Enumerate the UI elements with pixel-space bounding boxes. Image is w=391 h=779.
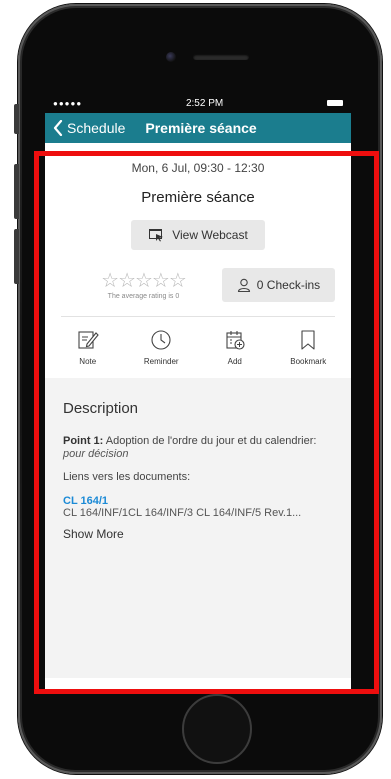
- point-label: Point 1:: [63, 435, 104, 447]
- signal-strength-icon: ●●●●●: [53, 98, 83, 108]
- check-ins-label: 0 Check-ins: [256, 278, 321, 292]
- reminder-button[interactable]: Reminder: [131, 329, 191, 366]
- description-heading: Description: [63, 400, 139, 417]
- bookmark-label: Bookmark: [290, 357, 327, 366]
- chevron-left-icon: [53, 120, 63, 136]
- bookmark-icon: [301, 330, 315, 350]
- status-time: 2:52 PM: [185, 97, 224, 109]
- bookmark-button[interactable]: Bookmark: [278, 329, 338, 366]
- action-bar: Note Reminder Add Bookmark: [45, 317, 351, 378]
- home-button[interactable]: [182, 694, 252, 764]
- reminder-label: Reminder: [143, 357, 179, 366]
- description-section: Description Point 1: Adoption de l'ordre…: [45, 378, 351, 678]
- rating-widget[interactable]: ☆☆☆☆☆ The average rating is 0: [85, 271, 202, 300]
- point-note: pour décision: [63, 448, 129, 460]
- show-more-link[interactable]: Show More: [63, 527, 333, 541]
- document-link[interactable]: CL 164/1: [63, 495, 333, 507]
- webcast-label: View Webcast: [172, 228, 248, 242]
- session-title: Première séance: [141, 189, 255, 206]
- view-webcast-button[interactable]: View Webcast: [131, 220, 265, 250]
- rating-caption: The average rating is 0: [107, 292, 180, 300]
- back-button[interactable]: Schedule: [53, 120, 125, 136]
- star-rating-icon[interactable]: ☆☆☆☆☆: [85, 271, 202, 291]
- calendar-add-icon: [226, 331, 245, 350]
- navigation-bar: Schedule Première séance: [45, 113, 351, 143]
- session-time: Mon, 6 Jul, 09:30 - 12:30: [131, 161, 265, 175]
- note-button[interactable]: Note: [58, 329, 118, 366]
- session-details: Mon, 6 Jul, 09:30 - 12:30 Première séanc…: [45, 143, 351, 678]
- point-text: Adoption de l'ordre du jour et du calend…: [103, 435, 317, 447]
- battery-icon: [326, 100, 343, 106]
- person-icon: [237, 278, 250, 292]
- volume-up-button: [14, 164, 19, 219]
- volume-down-button: [14, 229, 19, 284]
- add-label: Add: [227, 357, 242, 366]
- nav-title: Première séance: [145, 120, 257, 136]
- front-camera: [166, 52, 176, 62]
- app-screen: ●●●●● 2:52 PM Schedule Première séance M…: [45, 93, 351, 693]
- rating-row: ☆☆☆☆☆ The average rating is 0 0 Check-in…: [45, 268, 351, 302]
- note-label: Note: [79, 357, 97, 366]
- note-icon: [78, 331, 99, 349]
- status-bar: ●●●●● 2:52 PM: [45, 93, 351, 113]
- document-list: CL 164/INF/1CL 164/INF/3 CL 164/INF/5 Re…: [63, 507, 302, 519]
- webcast-icon: [149, 229, 164, 242]
- agenda-point: Point 1: Adoption de l'ordre du jour et …: [63, 435, 333, 461]
- add-to-calendar-button[interactable]: Add: [205, 329, 265, 366]
- clock-icon: [151, 330, 171, 350]
- mute-switch: [14, 104, 19, 134]
- back-label: Schedule: [67, 120, 126, 136]
- documents-links-label: Liens vers les documents:: [63, 471, 191, 483]
- check-ins-button[interactable]: 0 Check-ins: [221, 268, 335, 302]
- earpiece-speaker: [193, 54, 249, 60]
